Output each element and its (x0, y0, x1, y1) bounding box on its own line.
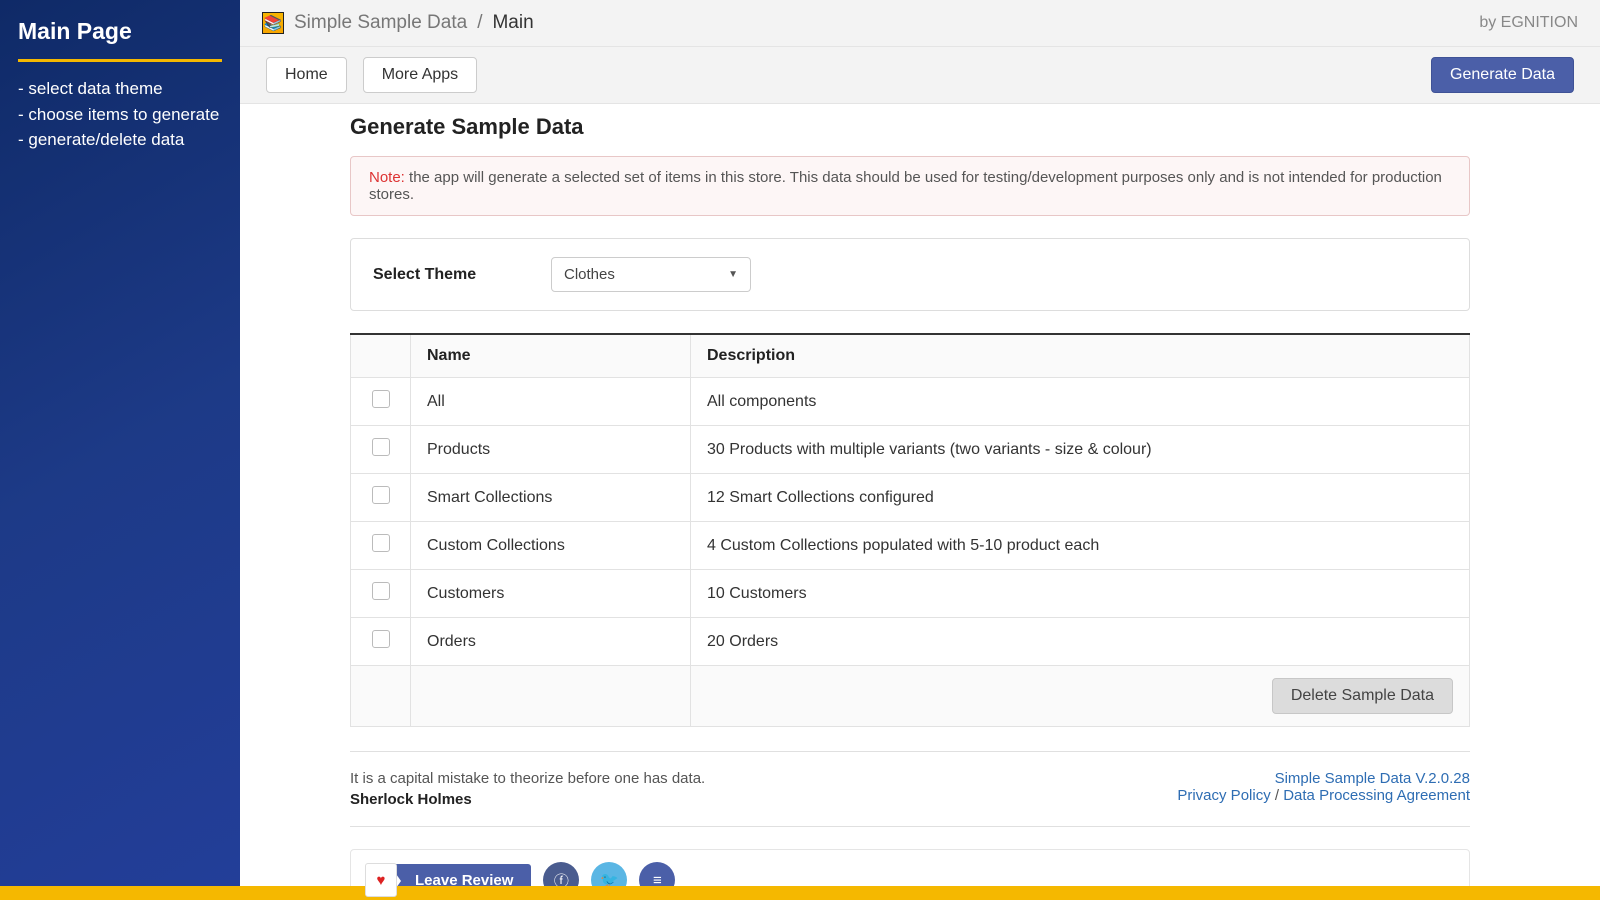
theme-card: Select Theme Clothes ▼ (350, 238, 1470, 311)
toolbar: Home More Apps Generate Data (240, 47, 1600, 104)
breadcrumb-separator: / (477, 12, 482, 34)
cell-desc: 20 Orders (691, 618, 1470, 666)
note-text: the app will generate a selected set of … (369, 169, 1442, 203)
cell-name: All (411, 378, 691, 426)
checkbox-smart-collections[interactable] (372, 486, 390, 504)
table-row: All All components (351, 378, 1470, 426)
breadcrumb-current: Main (492, 12, 533, 34)
quote-author: Sherlock Holmes (350, 791, 705, 808)
table-header-description: Description (691, 334, 1470, 378)
app-logo-icon: 📚 (262, 12, 284, 34)
privacy-policy-link[interactable]: Privacy Policy (1177, 787, 1270, 804)
topbar: 📚 Simple Sample Data / Main by EGNITION (240, 0, 1600, 47)
table-row: Smart Collections 12 Smart Collections c… (351, 474, 1470, 522)
table-row: Orders 20 Orders (351, 618, 1470, 666)
table-row: Customers 10 Customers (351, 570, 1470, 618)
version-link[interactable]: Simple Sample Data V.2.0.28 (1275, 770, 1470, 787)
footer-separator: / (1275, 787, 1283, 804)
cell-name: Orders (411, 618, 691, 666)
checkbox-orders[interactable] (372, 630, 390, 648)
checkbox-custom-collections[interactable] (372, 534, 390, 552)
main-panel: 📚 Simple Sample Data / Main by EGNITION … (240, 0, 1600, 900)
cell-desc: 10 Customers (691, 570, 1470, 618)
generate-data-button[interactable]: Generate Data (1431, 57, 1574, 93)
sidebar-item-generate: generate/delete data (18, 127, 222, 153)
checkbox-customers[interactable] (372, 582, 390, 600)
sidebar: Main Page select data theme choose items… (0, 0, 240, 900)
items-table: Name Description All All components Prod… (350, 333, 1470, 727)
note-label: Note: (369, 169, 405, 186)
table-row: Products 30 Products with multiple varia… (351, 426, 1470, 474)
content: Generate Sample Data Note: the app will … (240, 104, 1600, 900)
cell-name: Customers (411, 570, 691, 618)
cell-name: Products (411, 426, 691, 474)
checkbox-products[interactable] (372, 438, 390, 456)
chevron-down-icon: ▼ (728, 269, 738, 280)
theme-select-value: Clothes (564, 266, 615, 283)
data-processing-agreement-link[interactable]: Data Processing Agreement (1283, 787, 1470, 804)
cell-desc: All components (691, 378, 1470, 426)
quote-text: It is a capital mistake to theorize befo… (350, 770, 705, 787)
heart-icon: ♥ (365, 863, 397, 897)
page-heading: Generate Sample Data (350, 114, 1470, 140)
footer-row: It is a capital mistake to theorize befo… (350, 751, 1470, 827)
cell-desc: 12 Smart Collections configured (691, 474, 1470, 522)
sidebar-title: Main Page (18, 18, 222, 62)
footer-strip (0, 886, 1600, 900)
note-box: Note: the app will generate a selected s… (350, 156, 1470, 216)
delete-sample-data-button[interactable]: Delete Sample Data (1272, 678, 1453, 714)
table-header-check (351, 334, 411, 378)
sidebar-item-theme: select data theme (18, 76, 222, 102)
home-button[interactable]: Home (266, 57, 347, 93)
sidebar-item-choose: choose items to generate (18, 102, 222, 128)
cell-name: Smart Collections (411, 474, 691, 522)
theme-label: Select Theme (373, 266, 523, 284)
breadcrumb-app[interactable]: Simple Sample Data (294, 12, 467, 34)
table-row: Custom Collections 4 Custom Collections … (351, 522, 1470, 570)
checkbox-all[interactable] (372, 390, 390, 408)
theme-select[interactable]: Clothes ▼ (551, 257, 751, 292)
cell-desc: 30 Products with multiple variants (two … (691, 426, 1470, 474)
cell-desc: 4 Custom Collections populated with 5-10… (691, 522, 1470, 570)
by-line: by EGNITION (1479, 14, 1578, 32)
table-header-name: Name (411, 334, 691, 378)
sidebar-list: select data theme choose items to genera… (18, 76, 222, 153)
more-apps-button[interactable]: More Apps (363, 57, 477, 93)
cell-name: Custom Collections (411, 522, 691, 570)
